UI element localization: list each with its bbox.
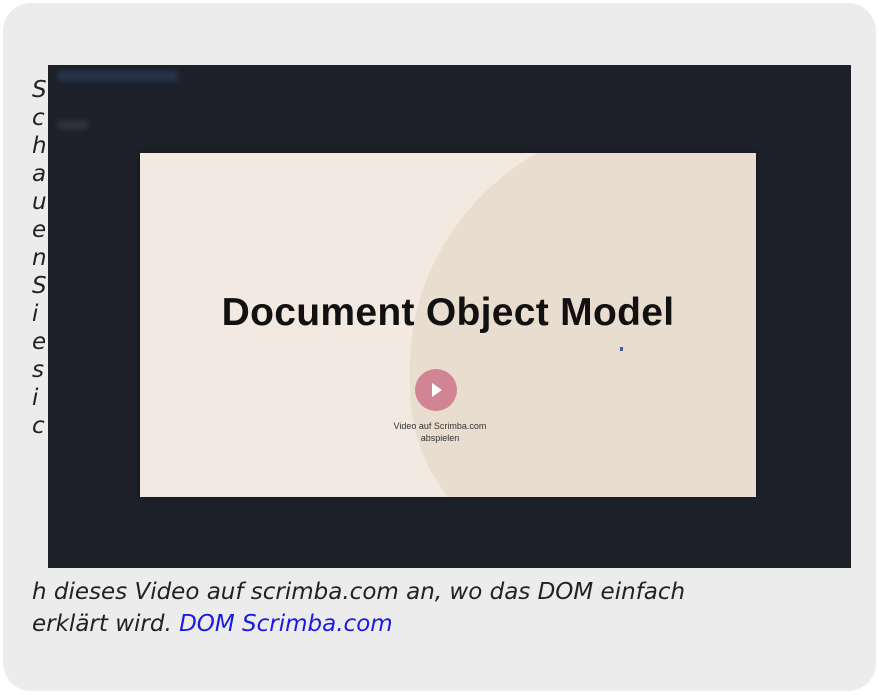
video-header-blur xyxy=(58,71,178,81)
caption-line1: h dieses Video auf scrimba.com an, wo da… xyxy=(32,579,686,605)
mouse-cursor xyxy=(620,347,623,351)
caption-line2-text: erklärt wird. xyxy=(32,611,172,637)
play-label[interactable]: Video auf Scrimba.com abspielen xyxy=(140,420,740,444)
caption-text: h dieses Video auf scrimba.com an, wo da… xyxy=(32,576,852,640)
play-button[interactable] xyxy=(415,369,457,411)
video-slide: Document Object Model Video auf Scrimba.… xyxy=(140,153,756,497)
play-label-line1: Video auf Scrimba.com xyxy=(393,421,487,431)
play-label-line2: abspielen xyxy=(420,433,460,443)
dom-scrimba-link[interactable]: DOM Scrimba.com xyxy=(179,611,393,637)
play-icon xyxy=(432,383,442,397)
slide-title: Document Object Model xyxy=(221,291,675,334)
caption-line2: erklärt wird. DOM Scrimba.com xyxy=(32,608,852,640)
video-subheader-blur xyxy=(58,121,88,129)
video-embed[interactable]: Document Object Model Video auf Scrimba.… xyxy=(48,65,851,568)
